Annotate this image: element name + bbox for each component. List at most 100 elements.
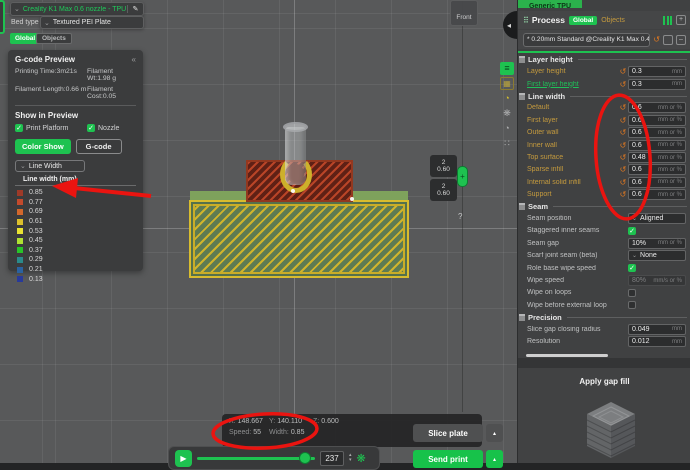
input-first-layer-height[interactable]: 0.3mm <box>628 79 686 90</box>
preset-select[interactable]: * 0.20mm Standard @Creality K1 Max 0.4 n… <box>523 33 650 47</box>
revert-icon[interactable]: ↺ <box>618 141 628 150</box>
param-label[interactable]: Scarf joint seam (beta) <box>527 252 618 259</box>
checkbox-nozzle[interactable]: ✓ <box>87 124 95 132</box>
param-label[interactable]: Wipe speed <box>527 277 618 284</box>
gcode-button[interactable]: G-code <box>76 139 122 154</box>
section-header-line-width[interactable]: Line width <box>518 90 690 102</box>
view-mode-select[interactable]: ⌄ Line Width <box>15 160 85 172</box>
param-label[interactable]: Top surface <box>527 154 618 161</box>
checkbox-staggered-inner-seams[interactable]: ✓ <box>628 227 636 235</box>
revert-icon[interactable]: ↺ <box>618 190 628 199</box>
reset-preset-icon[interactable]: ↺ <box>653 35 660 44</box>
revert-icon[interactable]: ↺ <box>618 178 628 187</box>
move-slider-handle[interactable] <box>300 453 310 463</box>
input-outer-wall[interactable]: 0.6mm or % <box>628 127 686 138</box>
preset-options-icon[interactable]: – <box>676 35 686 45</box>
layer-slider-track[interactable] <box>462 0 463 412</box>
section-header-layer-height[interactable]: Layer height <box>518 54 690 66</box>
input-slice-gap-closing-radius[interactable]: 0.049mm <box>628 324 686 335</box>
input-seam-gap[interactable]: 10%mm or % <box>628 238 686 249</box>
collapsed-panel-tab[interactable] <box>0 0 5 34</box>
line-width-legend-icon[interactable]: ≡ <box>500 62 514 75</box>
color-show-button[interactable]: Color Show <box>15 139 71 154</box>
move-slider[interactable] <box>197 454 315 463</box>
play-button[interactable]: ▶ <box>175 450 192 467</box>
layer-slider-help[interactable]: ? <box>458 212 462 221</box>
bed-type-select[interactable]: ⌄ Textured PEI Plate <box>40 16 144 29</box>
drag-handle-icon[interactable]: ⠿ <box>523 16 528 25</box>
input-default[interactable]: 0.6mm or % <box>628 102 686 113</box>
param-label[interactable]: Resolution <box>527 338 618 345</box>
input-resolution[interactable]: 0.012mm <box>628 336 686 347</box>
param-label[interactable]: Seam gap <box>527 240 618 247</box>
param-label[interactable]: First layer <box>527 117 618 124</box>
more-options-icon[interactable]: ∷ <box>500 137 514 150</box>
section-icon <box>519 56 525 63</box>
view-cube[interactable]: Front <box>450 0 478 26</box>
section-header-seam[interactable]: Seam <box>518 201 690 213</box>
slice-plate-button[interactable]: Slice plate <box>413 424 483 442</box>
collapse-panel-icon[interactable]: « <box>132 55 136 64</box>
param-label[interactable]: Wipe before external loop <box>527 302 618 309</box>
param-label[interactable]: Role base wipe speed <box>527 265 618 272</box>
flow-gauge-icon[interactable]: ◔ <box>500 122 514 135</box>
checkbox-wipe-before-external-loop[interactable] <box>628 301 636 309</box>
send-print-button[interactable]: Send print <box>413 450 483 468</box>
input-inner-wall[interactable]: 0.6mm or % <box>628 140 686 151</box>
move-count-input[interactable]: 237 <box>320 451 344 466</box>
select-seam-position[interactable]: ⌄Aligned <box>628 213 686 224</box>
revert-icon[interactable]: ↺ <box>618 67 628 76</box>
revert-icon[interactable]: ↺ <box>618 128 628 137</box>
input-support[interactable]: 0.6mm or % <box>628 189 686 200</box>
input-internal-solid-infill[interactable]: 0.6mm or % <box>628 177 686 188</box>
divider <box>518 358 690 368</box>
move-count-stepper[interactable]: ▴▾ <box>349 453 352 463</box>
param-label[interactable]: Wipe on loops <box>527 289 618 296</box>
edit-printer-icon[interactable]: ✎ <box>127 5 143 13</box>
revert-icon[interactable]: ↺ <box>618 80 628 89</box>
revert-icon[interactable]: ↺ <box>618 103 628 112</box>
input-sparse-infill[interactable]: 0.6mm or % <box>628 164 686 175</box>
revert-icon[interactable]: ↺ <box>618 153 628 162</box>
fan-speed-icon[interactable]: ❋ <box>500 107 514 120</box>
input-top-surface[interactable]: 0.48mm or % <box>628 152 686 163</box>
param-label[interactable]: Layer height <box>527 68 618 75</box>
horizontal-scrollbar[interactable] <box>526 354 608 357</box>
param-label[interactable]: Inner wall <box>527 142 618 149</box>
slice-options-button[interactable]: ▴ <box>486 424 503 442</box>
param-label[interactable]: Sparse infill <box>527 166 618 173</box>
preview-option-print-platform[interactable]: ✓Print Platform <box>15 124 87 132</box>
line-type-icon[interactable]: ▦ <box>500 77 514 90</box>
input-wipe-speed[interactable]: 80%mm/s or % <box>628 275 686 286</box>
advanced-settings-icon[interactable] <box>663 16 672 25</box>
send-options-button[interactable]: ▴ <box>486 450 503 468</box>
process-tab-objects[interactable]: Objects <box>601 17 625 24</box>
filament-tab[interactable]: Generic TPU <box>518 0 582 8</box>
layer-slider-handle[interactable]: + <box>457 166 468 187</box>
show-all-moves-icon[interactable]: ❋ <box>357 452 366 465</box>
select-scarf-joint-seam-beta[interactable]: ⌄None <box>628 250 686 261</box>
add-preset-icon[interactable]: + <box>676 15 686 25</box>
param-label[interactable]: Default <box>527 104 618 111</box>
save-preset-icon[interactable] <box>663 35 673 45</box>
param-label[interactable]: Support <box>527 191 618 198</box>
input-first-layer[interactable]: 0.6mm or % <box>628 115 686 126</box>
process-tab-global[interactable]: Global <box>569 16 597 25</box>
revert-icon[interactable]: ↺ <box>618 116 628 125</box>
preview-option-nozzle[interactable]: ✓Nozzle <box>87 124 136 132</box>
input-layer-height[interactable]: 0.3mm <box>628 66 686 77</box>
checkbox-print-platform[interactable]: ✓ <box>15 124 23 132</box>
param-label[interactable]: Slice gap closing radius <box>527 326 618 333</box>
param-label[interactable]: First layer height <box>527 81 618 88</box>
param-label[interactable]: Outer wall <box>527 129 618 136</box>
param-label[interactable]: Internal solid infill <box>527 179 618 186</box>
checkbox-role-base-wipe-speed[interactable]: ✓ <box>628 264 636 272</box>
revert-icon[interactable]: ↺ <box>618 165 628 174</box>
param-label[interactable]: Staggered inner seams <box>527 227 618 234</box>
param-label[interactable]: Seam position <box>527 215 618 222</box>
speed-gauge-icon[interactable]: ◔ <box>500 92 514 105</box>
section-header-precision[interactable]: Precision <box>518 312 690 324</box>
tab-objects[interactable]: Objects <box>36 33 72 44</box>
checkbox-wipe-on-loops[interactable] <box>628 289 636 297</box>
printer-select[interactable]: ⌄ Creality K1 Max 0.6 nozzle - TPU ✎ <box>10 2 144 16</box>
